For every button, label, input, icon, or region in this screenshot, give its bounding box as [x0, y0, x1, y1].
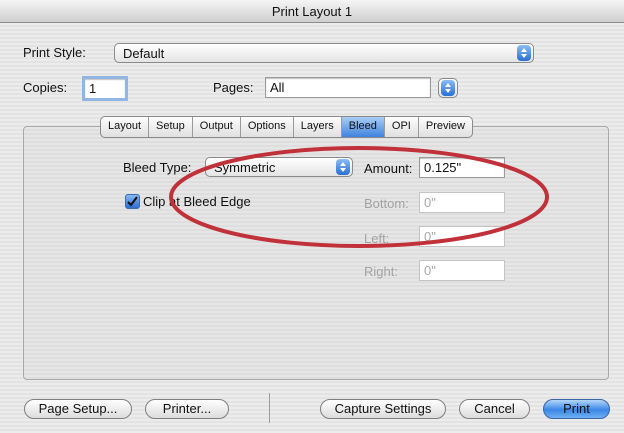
- pages-popup[interactable]: [438, 78, 458, 98]
- pages-label: Pages:: [213, 80, 254, 95]
- annotation-ellipse: [169, 146, 549, 248]
- print-button[interactable]: Print: [543, 399, 610, 419]
- pages-value: All: [270, 80, 285, 95]
- right-label: Right:: [364, 264, 398, 279]
- popup-arrows-icon: [517, 45, 531, 61]
- checkmark-icon: [127, 196, 138, 207]
- right-field[interactable]: 0": [419, 260, 505, 281]
- popup-arrows-icon: [441, 80, 455, 96]
- title-bar: Print Layout 1: [0, 0, 624, 23]
- tab-options[interactable]: Options: [241, 117, 294, 137]
- print-style-value: Default: [123, 46, 165, 61]
- tab-output[interactable]: Output: [193, 117, 241, 137]
- cancel-button[interactable]: Cancel: [459, 399, 530, 419]
- printer-button[interactable]: Printer...: [145, 399, 229, 419]
- tab-preview[interactable]: Preview: [419, 117, 472, 137]
- tab-layers[interactable]: Layers: [294, 117, 342, 137]
- right-value: 0": [424, 263, 436, 278]
- tab-layout[interactable]: Layout: [101, 117, 150, 137]
- pages-field[interactable]: All: [265, 77, 431, 98]
- page-setup-button[interactable]: Page Setup...: [24, 399, 132, 419]
- copies-field[interactable]: 1: [82, 76, 128, 101]
- print-style-label: Print Style:: [23, 45, 86, 60]
- tab-setup[interactable]: Setup: [149, 117, 193, 137]
- tab-opi[interactable]: OPI: [385, 117, 419, 137]
- capture-settings-button[interactable]: Capture Settings: [320, 399, 446, 419]
- annotation-ellipse-shape: [169, 146, 549, 248]
- tab-bar: Layout Setup Output Options Layers Bleed…: [100, 116, 473, 138]
- copies-value: 1: [89, 81, 97, 96]
- button-separator: [269, 393, 270, 423]
- tab-bleed[interactable]: Bleed: [341, 117, 385, 137]
- print-style-popup[interactable]: Default: [114, 43, 534, 63]
- copies-label: Copies:: [23, 80, 68, 95]
- clip-checkbox[interactable]: [125, 194, 140, 209]
- window-title: Print Layout 1: [271, 4, 353, 19]
